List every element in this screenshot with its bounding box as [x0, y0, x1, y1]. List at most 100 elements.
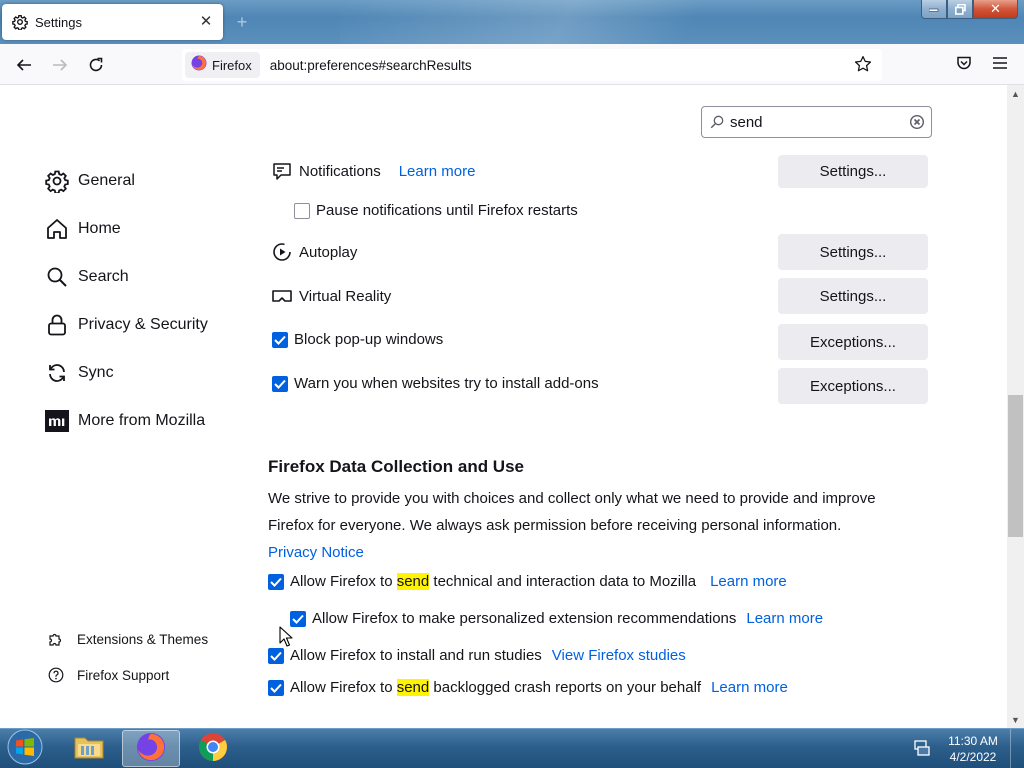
bookmark-star-icon[interactable] [854, 55, 874, 75]
virtual-reality-settings-button[interactable]: Settings... [778, 278, 928, 314]
clock-time: 11:30 AM [948, 734, 998, 748]
crash-reports-checkbox[interactable] [268, 679, 284, 696]
sidebar-item-label: Search [78, 268, 129, 285]
sidebar-item-home[interactable]: Home [45, 217, 121, 241]
notifications-learn-more-link[interactable]: Learn more [399, 163, 476, 180]
new-tab-icon[interactable]: + [232, 12, 252, 32]
taskbar: 11:30 AM 4/2/2022 [0, 728, 1024, 768]
taskbar-file-explorer[interactable] [60, 730, 118, 767]
title-bar: Settings ✕ + ✕ [0, 0, 1024, 44]
crash-reports-learn-more-link[interactable]: Learn more [711, 679, 788, 696]
sidebar-item-label: General [78, 172, 135, 189]
identity-label: Firefox [212, 57, 252, 73]
preferences-page: send General Home Search Privacy & Secur… [0, 85, 1007, 728]
sidebar-footer-label: Firefox Support [77, 667, 170, 683]
privacy-notice-link[interactable]: Privacy Notice [268, 539, 908, 566]
scroll-up-arrow-icon[interactable]: ▲ [1007, 85, 1024, 102]
pocket-icon [956, 55, 972, 75]
block-popups-checkbox[interactable] [272, 331, 288, 348]
sidebar-item-privacy[interactable]: Privacy & Security [45, 313, 208, 337]
extension-recommendations-checkbox[interactable] [290, 610, 306, 627]
search-icon [45, 265, 69, 289]
back-button[interactable] [11, 52, 37, 78]
search-highlight: send [396, 679, 430, 696]
address-bar[interactable]: Firefox about:preferences#searchResults [182, 49, 882, 81]
mozilla-icon [45, 409, 69, 433]
sidebar-item-sync[interactable]: Sync [45, 361, 114, 385]
pause-notifications-label: Pause notifications until Firefox restar… [316, 202, 578, 219]
windows-logo-icon [7, 729, 43, 768]
sidebar-item-search[interactable]: Search [45, 265, 129, 289]
tab-title: Settings [35, 14, 82, 30]
identity-box[interactable]: Firefox [185, 52, 260, 78]
close-tab-icon[interactable]: ✕ [197, 13, 215, 31]
close-window-button[interactable]: ✕ [973, 0, 1018, 19]
virtual-reality-label: Virtual Reality [299, 287, 392, 305]
autoplay-icon [271, 241, 293, 263]
pause-notifications-row[interactable]: Pause notifications until Firefox restar… [294, 202, 578, 219]
taskbar-firefox[interactable] [122, 730, 180, 767]
studies-checkbox[interactable] [268, 647, 284, 664]
technical-data-row[interactable]: Allow Firefox to send technical and inte… [268, 573, 787, 590]
url-text[interactable]: about:preferences#searchResults [270, 58, 472, 73]
studies-row[interactable]: Allow Firefox to install and run studies… [268, 647, 686, 664]
sidebar-item-label: Sync [78, 364, 114, 381]
forward-button[interactable] [47, 52, 73, 78]
sidebar-item-general[interactable]: General [45, 169, 135, 193]
sidebar-item-label: Privacy & Security [78, 316, 208, 333]
technical-data-learn-more-link[interactable]: Learn more [710, 573, 787, 590]
pocket-button[interactable] [951, 52, 977, 78]
network-icon[interactable] [912, 738, 932, 758]
taskbar-clock[interactable]: 11:30 AM 4/2/2022 [943, 733, 1003, 765]
extension-recommendations-learn-more-link[interactable]: Learn more [746, 610, 823, 627]
vertical-scrollbar[interactable]: ▲ ▼ [1007, 85, 1024, 728]
tab-settings[interactable]: Settings ✕ [2, 4, 223, 40]
search-highlight: send [396, 573, 430, 590]
data-collection-description: We strive to provide you with choices an… [268, 485, 908, 566]
extension-recommendations-row[interactable]: Allow Firefox to make personalized exten… [290, 610, 823, 627]
show-desktop-button[interactable] [1010, 729, 1024, 768]
notifications-row: Notifications Learn more [271, 160, 475, 182]
gear-icon [11, 13, 29, 31]
navigation-toolbar: Firefox about:preferences#searchResults [0, 44, 1024, 85]
block-popups-label: Block pop-up windows [294, 331, 444, 348]
search-value[interactable]: send [730, 114, 763, 131]
warn-addons-row[interactable]: Warn you when websites try to install ad… [272, 375, 599, 392]
sidebar-extensions-themes-link[interactable]: Extensions & Themes [47, 630, 208, 648]
sidebar-item-more-from-mozilla[interactable]: More from Mozilla [45, 409, 205, 433]
restore-window-button[interactable] [947, 0, 973, 19]
addon-exceptions-button[interactable]: Exceptions... [778, 368, 928, 404]
menu-button[interactable] [987, 52, 1013, 78]
technical-data-label: Allow Firefox to send technical and inte… [290, 573, 697, 590]
pause-notifications-checkbox[interactable] [294, 202, 310, 219]
clear-search-icon[interactable] [909, 114, 925, 130]
clock-date: 4/2/2022 [949, 750, 997, 764]
virtual-reality-row: Virtual Reality [271, 285, 391, 307]
home-icon [45, 217, 69, 241]
puzzle-icon [47, 630, 65, 648]
notifications-settings-button[interactable]: Settings... [778, 155, 928, 188]
warn-addons-label: Warn you when websites try to install ad… [294, 375, 599, 392]
gear-icon [45, 169, 69, 193]
reload-button[interactable] [83, 52, 109, 78]
scrollbar-thumb[interactable] [1008, 395, 1023, 537]
mouse-cursor-icon [279, 626, 293, 647]
search-icon [710, 115, 724, 129]
sync-icon [45, 361, 69, 385]
minimize-window-button[interactable] [921, 0, 947, 19]
description-line: We strive to provide you with choices an… [268, 490, 876, 507]
notifications-label: Notifications [299, 162, 381, 180]
start-button[interactable] [4, 729, 46, 768]
warn-addons-checkbox[interactable] [272, 375, 288, 392]
view-firefox-studies-link[interactable]: View Firefox studies [552, 647, 686, 664]
technical-data-checkbox[interactable] [268, 573, 284, 590]
crash-reports-row[interactable]: Allow Firefox to send backlogged crash r… [268, 679, 788, 696]
popup-exceptions-button[interactable]: Exceptions... [778, 324, 928, 360]
block-popups-row[interactable]: Block pop-up windows [272, 331, 443, 348]
settings-search-input[interactable]: send [701, 106, 932, 138]
autoplay-settings-button[interactable]: Settings... [778, 234, 928, 270]
sidebar-firefox-support-link[interactable]: Firefox Support [47, 666, 169, 684]
scroll-down-arrow-icon[interactable]: ▼ [1007, 711, 1024, 728]
titlebar-glass [340, 0, 840, 44]
taskbar-chrome[interactable] [184, 730, 242, 767]
